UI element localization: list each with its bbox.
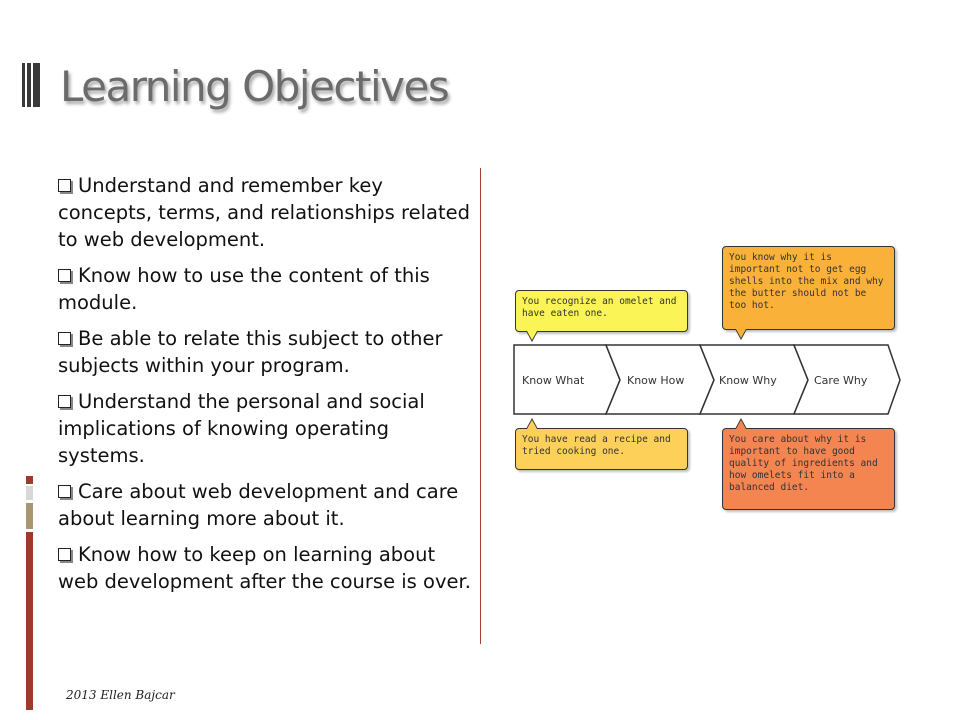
objective-text: Know how to use the content of this modu… <box>58 264 430 314</box>
objective-text: Be able to relate this subject to other … <box>58 327 443 377</box>
title-accent-bars <box>22 63 42 107</box>
callout-care-why: You care about why it is important to ha… <box>722 418 895 510</box>
objectives-list: Understand and remember key concepts, te… <box>58 172 473 604</box>
objective-item: Understand the personal and social impli… <box>58 388 473 469</box>
objective-item: Know how to use the content of this modu… <box>58 262 473 316</box>
callout-text: You have read a recipe and tried cooking… <box>522 434 671 457</box>
footer-credit: 2013 Ellen Bajcar <box>66 688 175 702</box>
objective-text: Know how to keep on learning about web d… <box>58 543 471 593</box>
objective-item: Understand and remember key concepts, te… <box>58 172 473 253</box>
objective-item: Care about web development and care abou… <box>58 478 473 532</box>
objective-text: Understand the personal and social impli… <box>58 390 425 467</box>
stage-label-know-how: Know How <box>627 374 684 387</box>
checkbox-bullet-icon <box>58 395 71 408</box>
stage-label-care-why: Care Why <box>814 374 868 387</box>
objective-text: Understand and remember key concepts, te… <box>58 174 471 251</box>
checkbox-bullet-icon <box>58 179 71 192</box>
objective-item: Be able to relate this subject to other … <box>58 325 473 379</box>
column-divider <box>480 168 481 644</box>
callout-text: You know why it is important not to get … <box>729 252 884 311</box>
callout-know-what: You recognize an omelet and have eaten o… <box>515 290 688 342</box>
stage-label-know-what: Know What <box>522 374 585 387</box>
callout-know-why: You know why it is important not to get … <box>722 246 895 340</box>
checkbox-bullet-icon <box>58 548 71 561</box>
callout-text: You care about why it is important to ha… <box>729 434 878 493</box>
callout-know-how: You have read a recipe and tried cooking… <box>515 418 688 470</box>
checkbox-bullet-icon <box>58 332 71 345</box>
objective-item: Know how to keep on learning about web d… <box>58 541 473 595</box>
stage-label-know-why: Know Why <box>719 374 777 387</box>
slide-title: Learning Objectives <box>60 62 450 111</box>
checkbox-bullet-icon <box>58 485 71 498</box>
callout-text: You recognize an omelet and have eaten o… <box>522 296 677 319</box>
checkbox-bullet-icon <box>58 269 71 282</box>
objective-text: Care about web development and care abou… <box>58 480 459 530</box>
